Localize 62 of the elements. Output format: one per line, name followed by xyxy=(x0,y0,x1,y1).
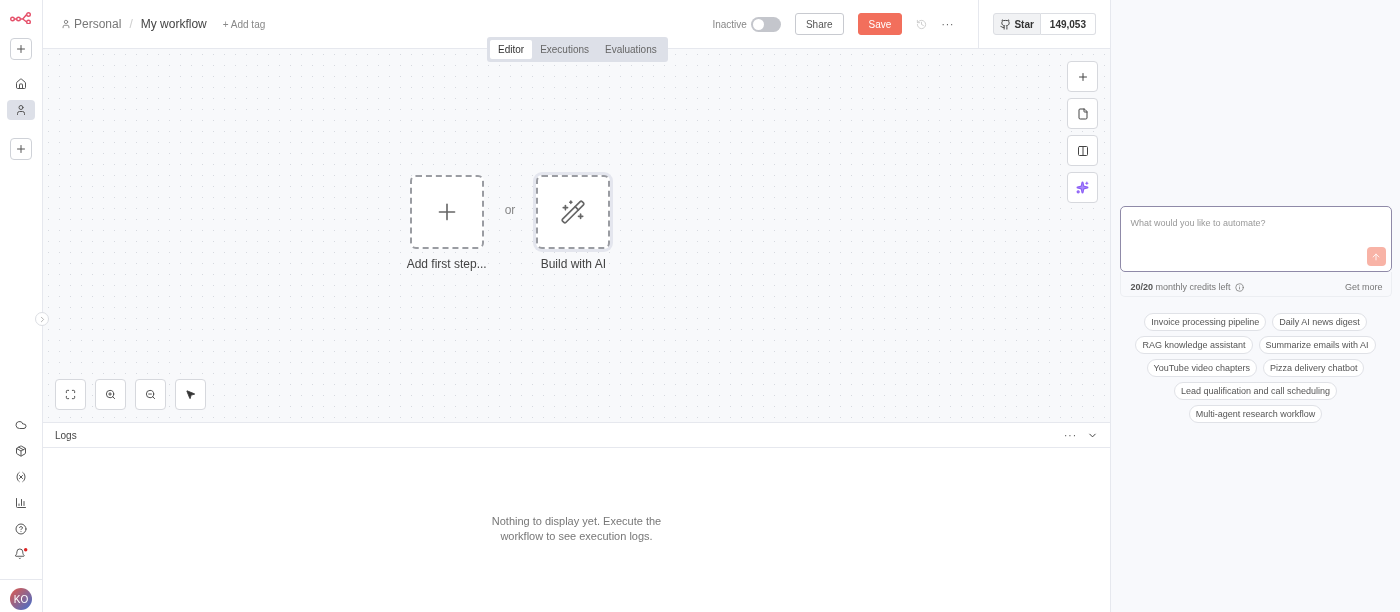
zoom-in-icon xyxy=(105,389,116,400)
personal-nav-button[interactable] xyxy=(7,100,35,120)
ai-assistant-button[interactable] xyxy=(1067,172,1098,203)
zoom-out-button[interactable] xyxy=(135,379,166,410)
empty-logs-message: Nothing to display yet. Execute the workflow to see execution logs. xyxy=(490,514,663,544)
pointer-button[interactable] xyxy=(175,379,206,410)
logs-title: Logs xyxy=(55,429,77,441)
logs-more-menu[interactable]: ··· xyxy=(1064,429,1077,441)
user-icon xyxy=(61,19,71,29)
add-first-step-button[interactable] xyxy=(409,174,484,249)
or-label: or xyxy=(504,202,516,217)
zoom-in-button[interactable] xyxy=(95,379,126,410)
active-toggle[interactable] xyxy=(750,16,781,32)
build-with-ai-button[interactable] xyxy=(536,174,611,249)
add-button[interactable] xyxy=(10,38,32,60)
suggestion-chip[interactable]: YouTube video chapters xyxy=(1146,359,1257,377)
plus-icon xyxy=(1076,70,1089,83)
get-more-link[interactable]: Get more xyxy=(1345,282,1383,292)
add-project-button[interactable] xyxy=(10,138,32,160)
panel-icon xyxy=(1076,144,1089,157)
document-icon xyxy=(1076,107,1089,120)
expand-icon[interactable] xyxy=(35,312,49,326)
logo-icon[interactable] xyxy=(10,12,32,24)
sticky-note-button[interactable] xyxy=(1067,98,1098,129)
suggestion-chip[interactable]: Daily AI news digest xyxy=(1272,313,1367,331)
add-tag-link[interactable]: + Add tag xyxy=(222,18,266,30)
zoom-out-icon xyxy=(145,389,156,400)
view-tab[interactable]: Editor xyxy=(490,40,533,59)
panel-toggle-button[interactable] xyxy=(1067,135,1098,166)
fit-view-icon xyxy=(65,389,76,400)
plus-icon xyxy=(15,143,27,155)
view-tab[interactable]: Evaluations xyxy=(597,40,665,59)
status-label: Inactive xyxy=(712,18,747,30)
prompt-field[interactable]: What would you like to automate? xyxy=(1119,206,1392,272)
suggestion-chip[interactable]: Multi-agent research workflow xyxy=(1188,405,1323,423)
plus-icon xyxy=(15,43,27,55)
sparkles-icon xyxy=(1076,181,1089,194)
breadcrumb-separator: / xyxy=(129,17,133,31)
more-menu[interactable]: ··· xyxy=(941,18,955,30)
arrow-up-icon xyxy=(1371,251,1381,262)
add-node-button[interactable] xyxy=(1067,61,1098,92)
magic-wand-icon xyxy=(560,198,587,225)
fit-view-button[interactable] xyxy=(55,379,86,410)
workflow-name[interactable]: My workflow xyxy=(140,17,207,31)
suggestion-chip[interactable]: Summarize emails with AI xyxy=(1258,336,1376,354)
suggestion-chip[interactable]: Lead qualification and call scheduling xyxy=(1173,382,1338,400)
share-button[interactable]: Share xyxy=(794,13,844,35)
suggestion-chip[interactable]: RAG knowledge assistant xyxy=(1135,336,1253,354)
github-star-button[interactable]: Star xyxy=(993,13,1041,35)
user-icon xyxy=(15,104,27,116)
pointer-icon xyxy=(185,389,196,400)
add-first-step-label: Add first step... xyxy=(406,256,487,271)
view-tab[interactable]: Executions xyxy=(532,40,598,59)
suggestion-chip[interactable]: Invoice processing pipeline xyxy=(1144,313,1267,331)
build-with-ai-label: Build with AI xyxy=(540,256,606,271)
info-icon[interactable] xyxy=(1234,282,1244,292)
github-icon xyxy=(1000,18,1012,30)
user-avatar[interactable]: KO xyxy=(10,588,32,610)
credits-text: 20/20 monthly credits left xyxy=(1130,282,1231,292)
star-count: 149,053 xyxy=(1040,13,1096,35)
suggestion-chip[interactable]: Pizza delivery chatbot xyxy=(1262,359,1365,377)
breadcrumb-owner[interactable]: Personal xyxy=(61,17,122,31)
